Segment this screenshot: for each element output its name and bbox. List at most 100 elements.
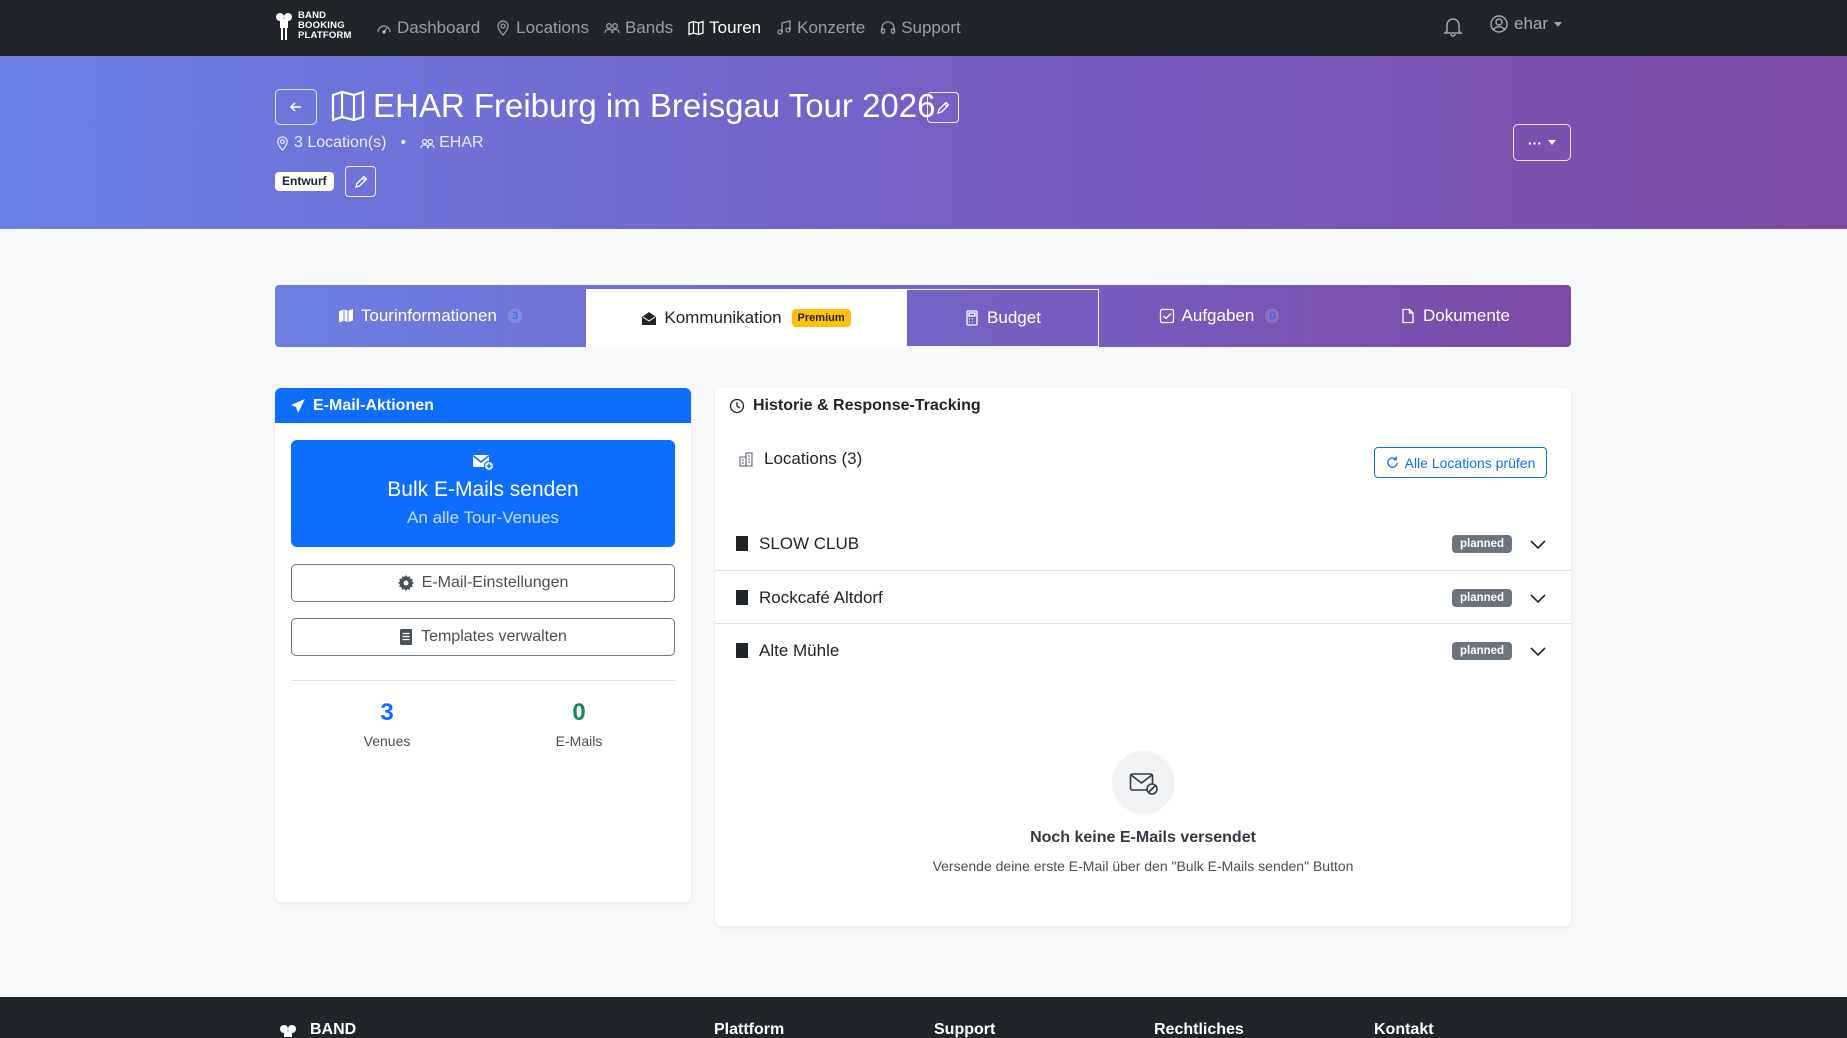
- user-name: ehar: [1514, 14, 1549, 33]
- chevron-down-icon[interactable]: [1529, 535, 1547, 553]
- building-fill-icon: [736, 643, 748, 658]
- pencil-icon: [354, 175, 367, 188]
- chevron-down-icon[interactable]: [1529, 642, 1547, 660]
- tab-kommunikation-label: Kommunikation: [664, 308, 782, 327]
- envelope-slash-icon: [1129, 772, 1158, 795]
- meta-separator: •: [400, 134, 407, 151]
- manage-templates-label: Templates verwalten: [421, 628, 567, 645]
- send-icon: [291, 398, 305, 413]
- status-badge: Entwurf: [275, 172, 334, 191]
- bulk-email-button[interactable]: Bulk E-Mails senden An alle Tour-Venues: [291, 440, 675, 547]
- footer-col-kontakt: Kontakt: [1374, 1021, 1434, 1038]
- user-menu[interactable]: ehar: [1490, 14, 1563, 34]
- file-text-icon: [400, 629, 413, 645]
- nav-bands[interactable]: Bands: [604, 18, 673, 38]
- logo-icon: [276, 13, 292, 40]
- location-count: 3 Location(s): [294, 134, 387, 151]
- nav-locations[interactable]: Locations: [495, 18, 589, 38]
- back-button[interactable]: [275, 89, 317, 125]
- nav-konzerte[interactable]: Konzerte: [776, 18, 865, 38]
- map-icon: [688, 20, 704, 36]
- check-all-locations-label: Alle Locations prüfen: [1404, 454, 1536, 471]
- footer-brand: BAND: [275, 1021, 356, 1038]
- history-title: Historie & Response-Tracking: [753, 397, 981, 414]
- footer-brand-text: BAND: [310, 1021, 357, 1038]
- location-row[interactable]: SLOW CLUB planned: [715, 517, 1571, 570]
- page-title: EHAR Freiburg im Breisgau Tour 2026: [373, 87, 936, 124]
- edit-status-button[interactable]: [345, 166, 376, 197]
- nav-touren-label: Touren: [709, 18, 762, 37]
- more-actions-button[interactable]: ···: [1513, 124, 1571, 161]
- nav-dashboard[interactable]: Dashboard: [376, 18, 480, 38]
- stat-emails-label: E-Mails: [555, 733, 603, 749]
- building-icon: [739, 452, 753, 467]
- nav-touren[interactable]: Touren: [688, 18, 761, 38]
- envelope-plus-icon: [473, 455, 494, 472]
- empty-state-icon-wrap: [1112, 751, 1175, 814]
- email-settings-button[interactable]: E-Mail-Einstellungen: [291, 564, 675, 602]
- check-all-locations-button[interactable]: Alle Locations prüfen: [1374, 447, 1547, 478]
- band-name: EHAR: [439, 134, 484, 151]
- building-fill-icon: [736, 536, 748, 551]
- music-note-icon: [777, 20, 791, 35]
- bell-icon[interactable]: [1443, 15, 1463, 37]
- tab-kommunikation[interactable]: Kommunikation Premium: [586, 289, 906, 347]
- building-fill-icon: [736, 590, 748, 605]
- locations-heading: Locations (3): [738, 449, 862, 469]
- tour-meta: 3 Location(s) • EHAR: [275, 134, 484, 152]
- nav-support[interactable]: Support: [880, 18, 961, 38]
- brand-logo[interactable]: BAND BOOKING PLATFORM: [274, 11, 352, 41]
- nav-konzerte-label: Konzerte: [797, 18, 866, 37]
- geo-pin-icon: [277, 135, 288, 151]
- logo-line3: PLATFORM: [298, 30, 352, 41]
- nav-dashboard-label: Dashboard: [397, 18, 481, 37]
- footer-col-plattform: Plattform: [714, 1021, 785, 1038]
- email-actions-title: E-Mail-Aktionen: [313, 396, 434, 414]
- location-name: Alte Mühle: [759, 640, 840, 660]
- chevron-down-icon: [1554, 21, 1563, 27]
- location-name: Rockcafé Altdorf: [759, 587, 883, 607]
- manage-templates-button[interactable]: Templates verwalten: [291, 618, 675, 656]
- top-navbar: BAND BOOKING PLATFORM Dashboard Location…: [0, 0, 1847, 56]
- nav-support-label: Support: [901, 18, 961, 37]
- bulk-email-subtitle: An alle Tour-Venues: [407, 508, 559, 527]
- location-row[interactable]: Rockcafé Altdorf planned: [715, 571, 1571, 624]
- footer-col-support: Support: [934, 1021, 996, 1038]
- tab-count-badge: 0: [1265, 309, 1280, 323]
- premium-badge: Premium: [791, 309, 851, 327]
- tab-aufgaben[interactable]: Aufgaben 0: [1099, 285, 1339, 347]
- empty-state-title: Noch keine E-Mails versendet: [1030, 829, 1256, 846]
- clock-history-icon: [729, 398, 745, 414]
- pencil-icon: [937, 101, 950, 114]
- location-row[interactable]: Alte Mühle planned: [715, 624, 1571, 677]
- map-icon: [338, 309, 353, 323]
- stat-venues-value: 3: [380, 699, 394, 726]
- tab-tourinformationen[interactable]: Tourinformationen 3: [275, 285, 585, 347]
- tour-tabs: Tourinformationen 3 Kommunikation Premiu…: [275, 285, 1571, 347]
- stat-emails: 0 E-Mails: [483, 699, 675, 749]
- speedometer-icon: [377, 25, 391, 34]
- file-icon: [1402, 308, 1414, 324]
- people-icon: [604, 23, 620, 34]
- nav-bands-label: Bands: [624, 18, 674, 37]
- email-settings-label: E-Mail-Einstellungen: [421, 574, 569, 591]
- email-actions-card: E-Mail-Aktionen Bulk E-Mails senden An a…: [275, 388, 691, 902]
- status-badge: planned: [1452, 641, 1513, 660]
- tab-dokumente[interactable]: Dokumente: [1339, 285, 1571, 347]
- status-badge: planned: [1452, 534, 1513, 553]
- headset-icon: [881, 21, 896, 34]
- chevron-down-icon[interactable]: [1529, 589, 1547, 607]
- logo-icon: [280, 1025, 296, 1037]
- people-icon: [420, 138, 435, 148]
- stat-emails-value: 0: [572, 699, 586, 726]
- gear-icon: [397, 575, 414, 591]
- location-name: SLOW CLUB: [759, 533, 860, 553]
- nav-locations-label: Locations: [516, 18, 589, 37]
- tab-budget[interactable]: Budget: [906, 289, 1099, 347]
- edit-title-button[interactable]: [927, 92, 959, 123]
- map-icon: [331, 90, 365, 122]
- footer-col-rechtliches: Rechtliches: [1154, 1021, 1244, 1038]
- footer: BAND Plattform Support Rechtliches Konta…: [0, 997, 1847, 1038]
- bulk-email-title: Bulk E-Mails senden: [387, 478, 579, 501]
- email-actions-header: E-Mail-Aktionen: [275, 388, 691, 423]
